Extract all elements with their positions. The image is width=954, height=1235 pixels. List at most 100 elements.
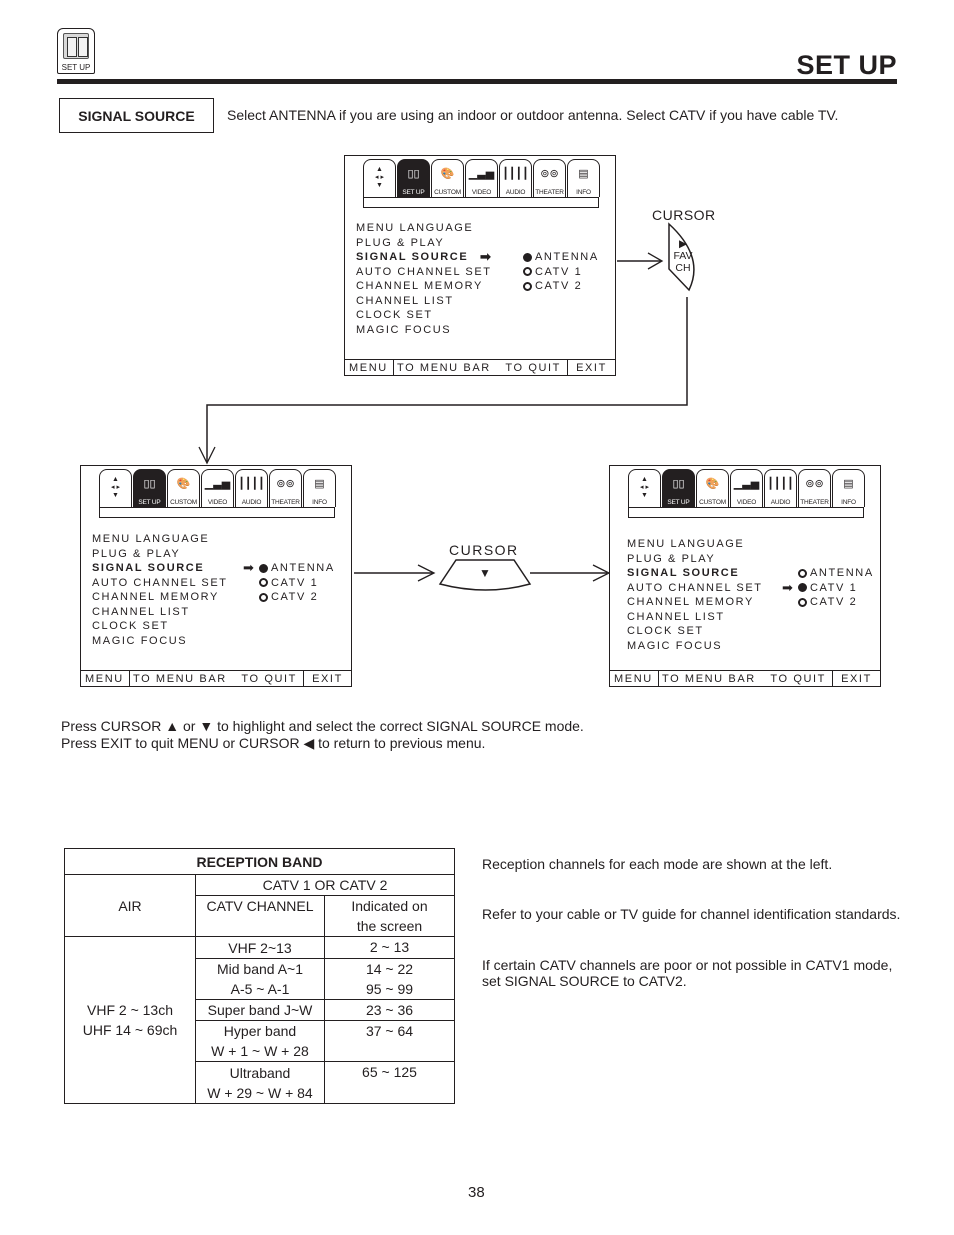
keyboard-icon: ┃┃┃┃ xyxy=(238,478,265,490)
menu-item[interactable]: CHANNEL LIST xyxy=(356,294,492,309)
catv-channel-cell: Super band J~W xyxy=(195,999,325,1021)
nav-arrows-tab[interactable]: ▲ ◂ ▸ ▼ xyxy=(99,469,132,507)
option-catv-2[interactable]: CATV 2 xyxy=(798,595,874,610)
menu-item[interactable]: CLOCK SET xyxy=(92,619,228,634)
option-label: CATV 1 xyxy=(535,265,583,278)
tab-custom[interactable]: 🎨 CUSTOM xyxy=(696,469,729,507)
option-label: CATV 2 xyxy=(535,280,583,292)
signal-source-options: ANTENNA CATV 1 CATV 2 xyxy=(523,250,599,294)
note: Refer to your cable or TV guide for chan… xyxy=(482,906,901,922)
menu-item[interactable]: CLOCK SET xyxy=(627,624,763,639)
catv-channel-header: CATV CHANNEL xyxy=(195,895,325,937)
menu-item[interactable]: SIGNAL SOURCE xyxy=(92,561,228,576)
page-title: SET UP xyxy=(796,50,897,80)
option-catv-2[interactable]: CATV 2 xyxy=(523,279,599,294)
menu-item[interactable]: PLUG & PLAY xyxy=(356,236,492,251)
menu-item[interactable]: CLOCK SET xyxy=(356,308,492,323)
tab-custom[interactable]: 🎨 CUSTOM xyxy=(431,159,464,197)
menu-item[interactable]: MAGIC FOCUS xyxy=(627,639,763,654)
tab-info[interactable]: ▤ INFO xyxy=(832,469,865,507)
menu-item[interactable]: CHANNEL LIST xyxy=(92,605,228,620)
tab-set-up[interactable]: ▯▯ SET UP xyxy=(133,469,166,507)
tab-set-up[interactable]: ▯▯ SET UP xyxy=(662,469,695,507)
cell-line: 95 ~ 99 xyxy=(365,981,414,997)
document-icon: ▤ xyxy=(578,168,589,180)
option-catv-2[interactable]: CATV 2 xyxy=(259,590,335,605)
tab-audio[interactable]: ┃┃┃┃ AUDIO xyxy=(235,469,268,507)
menu-item[interactable]: AUTO CHANNEL SET xyxy=(356,265,492,280)
menu-item[interactable]: AUTO CHANNEL SET xyxy=(92,576,228,591)
air-value: VHF 2 ~ 13ch xyxy=(87,1002,173,1018)
menu-tab-bar: ▲ ◂ ▸ ▼ ▯▯ SET UP 🎨 CUSTOM ▁▃▅ VIDEO ┃┃┃┃ AUDIO ⊚⊚ T… xyxy=(628,469,865,507)
palette-icon: 🎨 xyxy=(176,478,191,490)
reception-band-table: RECEPTION BAND AIR CATV 1 OR CATV 2 CATV… xyxy=(64,848,455,1104)
camera-icon: ⊚⊚ xyxy=(276,478,295,490)
option-catv-1[interactable]: CATV 1 xyxy=(523,265,599,280)
document-icon: ▤ xyxy=(843,478,854,490)
footer-to-menu-bar: TO MENU BAR xyxy=(133,672,227,685)
tab-set-up[interactable]: ▯▯ SET UP xyxy=(397,159,430,197)
menu-item[interactable]: AUTO CHANNEL SET xyxy=(627,581,763,596)
menu-item[interactable]: MENU LANGUAGE xyxy=(356,221,492,236)
menu-item[interactable]: MENU LANGUAGE xyxy=(92,532,228,547)
tab-theater[interactable]: ⊚⊚ THEATER xyxy=(533,159,566,197)
setup-icon: ▯▯ xyxy=(407,168,420,180)
tab-video[interactable]: ▁▃▅ VIDEO xyxy=(201,469,234,507)
menu-item[interactable]: CHANNEL MEMORY xyxy=(92,590,228,605)
cell-line: W + 29 ~ W + 84 xyxy=(207,1084,313,1101)
cell-line: 14 ~ 22 xyxy=(365,961,414,977)
tab-custom[interactable]: 🎨 CUSTOM xyxy=(167,469,200,507)
nav-arrows-icon: ▲ ◂ ▸ ▼ xyxy=(111,476,120,499)
air-header: AIR xyxy=(64,874,196,937)
menu-item[interactable]: MAGIC FOCUS xyxy=(92,634,228,649)
footer-to-quit: TO QUIT xyxy=(770,672,826,685)
option-label: CATV 1 xyxy=(810,581,858,594)
tab-label: THEATER xyxy=(271,499,300,506)
menu-item[interactable]: MENU LANGUAGE xyxy=(627,537,763,552)
section-intro: Select ANTENNA if you are using an indoo… xyxy=(227,107,839,123)
instructions: Press CURSOR ▲ or ▼ to highlight and sel… xyxy=(61,718,584,752)
keyboard-icon: ┃┃┃┃ xyxy=(767,478,794,490)
menu-item[interactable]: PLUG & PLAY xyxy=(92,547,228,562)
nav-arrows-tab[interactable]: ▲ ◂ ▸ ▼ xyxy=(628,469,661,507)
menu-item[interactable]: SIGNAL SOURCE ➡ xyxy=(356,249,492,265)
radio-icon xyxy=(798,597,807,607)
footer-exit: EXIT xyxy=(567,360,615,375)
option-catv-1[interactable]: CATV 1 xyxy=(259,576,335,591)
footer-hint: TO MENU BAR TO QUIT xyxy=(394,360,567,375)
tab-theater[interactable]: ⊚⊚ THEATER xyxy=(798,469,831,507)
tab-audio[interactable]: ┃┃┃┃ AUDIO xyxy=(764,469,797,507)
cursor-right-button[interactable]: ▶ FAV CH xyxy=(672,238,694,274)
menu-item[interactable]: CHANNEL LIST xyxy=(627,610,763,625)
option-antenna[interactable]: ANTENNA xyxy=(798,566,874,581)
menu-item[interactable]: CHANNEL MEMORY xyxy=(627,595,763,610)
cursor-down-label: CURSOR xyxy=(449,542,519,558)
setup-icon: ▯▯ xyxy=(672,478,685,490)
tab-video[interactable]: ▁▃▅ VIDEO xyxy=(730,469,763,507)
tab-video[interactable]: ▁▃▅ VIDEO xyxy=(465,159,498,197)
menu-item[interactable]: CHANNEL MEMORY xyxy=(356,279,492,294)
tab-theater[interactable]: ⊚⊚ THEATER xyxy=(269,469,302,507)
tab-info[interactable]: ▤ INFO xyxy=(567,159,600,197)
option-antenna[interactable]: ➡ ANTENNA xyxy=(243,561,335,576)
menu-item[interactable]: SIGNAL SOURCE xyxy=(627,566,763,581)
option-catv-1[interactable]: ➡ CATV 1 xyxy=(782,580,874,596)
video-bars-icon: ▁▃▅ xyxy=(468,168,495,180)
tab-label: THEATER xyxy=(535,189,564,196)
radio-icon xyxy=(259,592,268,602)
option-antenna[interactable]: ANTENNA xyxy=(523,250,599,265)
tab-audio[interactable]: ┃┃┃┃ AUDIO xyxy=(499,159,532,197)
menu-item[interactable]: MAGIC FOCUS xyxy=(356,323,492,338)
tab-label: AUDIO xyxy=(770,499,791,506)
nav-arrows-tab[interactable]: ▲ ◂ ▸ ▼ xyxy=(363,159,396,197)
tab-label: INFO xyxy=(576,189,591,196)
menu-title-bar xyxy=(99,507,335,518)
menu-item[interactable]: PLUG & PLAY xyxy=(627,552,763,567)
radio-icon xyxy=(523,267,532,277)
footer-to-quit: TO QUIT xyxy=(505,361,561,374)
footer-menu: MENU xyxy=(610,671,659,686)
cell-line: Ultraband xyxy=(229,1064,291,1081)
table-row: VHF 2 ~ 13ch UHF 14 ~ 69ch VHF 2~13 2 ~ … xyxy=(64,936,455,1104)
air-value: UHF 14 ~ 69ch xyxy=(82,1022,178,1038)
tab-info[interactable]: ▤ INFO xyxy=(303,469,336,507)
